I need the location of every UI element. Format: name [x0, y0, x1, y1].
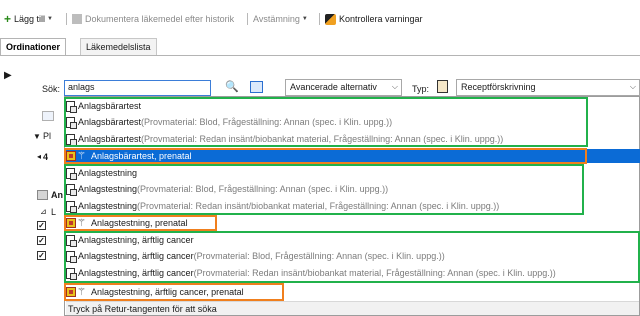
check-warnings-label: Kontrollera varningar — [339, 14, 423, 24]
genetic-kit-icon — [66, 287, 76, 297]
collapse-icon[interactable]: ⊿ — [40, 207, 47, 216]
dna-icon: ⚚ — [77, 286, 86, 298]
type-label: Typ: — [412, 84, 430, 94]
toolbar-separator — [247, 13, 248, 25]
row-number: 4 — [43, 152, 49, 162]
search-result-item[interactable]: Anlagstestning, ärftlig cancer (Provmate… — [66, 249, 445, 263]
lab-order-icon — [66, 200, 77, 213]
lab-order-icon — [66, 234, 77, 247]
search-icon[interactable]: 🔍 — [225, 80, 239, 93]
chevron-down-icon: ▼ — [47, 16, 53, 22]
result-name: Anlagstestning, ärftlig cancer — [78, 268, 194, 278]
row-checkbox[interactable]: ✓ — [37, 221, 46, 230]
result-name: Anlagstestning — [78, 168, 138, 178]
result-name: Anlagstestning, ärftlig cancer — [78, 251, 194, 261]
toolbar-separator — [66, 13, 67, 25]
row-checkbox[interactable]: ✓ — [37, 251, 46, 260]
lab-order-icon — [66, 133, 77, 146]
advanced-search-icon[interactable] — [250, 81, 263, 93]
chevron-down-icon: ▼ — [301, 16, 308, 22]
tab-lakemedelslista[interactable]: Läkemedelslista — [80, 38, 157, 56]
lab-order-icon — [66, 183, 77, 196]
search-result-item[interactable]: ⚚ Anlagstestning, ärftlig cancer, prenata… — [66, 285, 244, 299]
search-result-item[interactable]: ⚚ Anlagstestning, prenatal — [66, 216, 188, 230]
type-value: Receptförskrivning — [461, 82, 536, 92]
lab-order-icon — [66, 267, 77, 280]
genetic-kit-icon — [66, 218, 76, 228]
toolbar-separator — [319, 13, 320, 25]
result-detail: (Provmaterial: Blod, Frågeställning: Ann… — [141, 117, 393, 127]
result-name: Anlagstestning, prenatal — [91, 218, 188, 228]
check-warnings-button[interactable]: Kontrollera varningar — [325, 12, 423, 26]
grid-icon — [37, 190, 48, 200]
result-detail: (Provmaterial: Blod, Frågeställning: Ann… — [137, 184, 389, 194]
result-name: Anlagstestning — [78, 201, 138, 211]
search-value: anlags — [68, 82, 95, 92]
search-label: Sök: — [42, 84, 61, 94]
collapse-toggle[interactable]: ▶ — [4, 70, 12, 81]
result-detail: (Provmaterial: Blod, Frågeställning: Ann… — [193, 251, 445, 261]
lab-order-icon — [66, 250, 77, 263]
search-result-item[interactable]: Anlagstestning (Provmaterial: Redan insä… — [66, 199, 499, 213]
advanced-options-select[interactable]: Avancerade alternativ ⌵ — [285, 79, 402, 96]
search-result-item[interactable]: ⚚ Anlagsbärartest, prenatal — [66, 149, 640, 163]
result-name: Anlagstestning — [78, 184, 138, 194]
type-select[interactable]: Receptförskrivning ⌵ — [456, 79, 640, 96]
dna-icon: ⚚ — [77, 217, 86, 229]
search-result-item[interactable]: Anlagstestning — [66, 166, 137, 180]
expand-icon[interactable]: ▼ — [33, 132, 41, 141]
column-fragment: L — [51, 207, 57, 217]
document-history-label: Dokumentera läkemedel efter historik — [85, 14, 235, 24]
search-result-item[interactable]: Anlagsbärartest — [66, 99, 141, 113]
search-input[interactable]: anlags — [64, 80, 211, 96]
reconcile-label: Avstämning — [253, 14, 300, 24]
plus-icon: + — [4, 12, 12, 26]
result-detail: (Provmaterial: Redan insänt/biobankat ma… — [141, 134, 504, 144]
result-name: Anlagsbärartest — [78, 101, 142, 111]
lab-order-icon — [66, 167, 77, 180]
column-fragment: An — [51, 190, 63, 200]
chevron-down-icon: ⌵ — [391, 82, 398, 91]
search-result-item[interactable]: Anlagstestning, ärftlig cancer (Provmate… — [66, 266, 556, 280]
lab-order-icon — [66, 100, 77, 113]
chevron-down-icon: ⌵ — [629, 82, 636, 91]
genetic-kit-icon — [66, 151, 76, 161]
result-name: Anlagstestning, ärftlig cancer, prenatal — [91, 287, 244, 297]
expand-icon[interactable]: ◂ — [37, 152, 41, 161]
up-arrow-icon[interactable] — [42, 111, 54, 121]
plan-fragment: Pl — [43, 131, 52, 141]
tab-label: Ordinationer — [6, 42, 61, 52]
tab-label: Läkemedelslista — [86, 42, 151, 52]
result-name: Anlagsbärartest — [78, 117, 142, 127]
result-detail: (Provmaterial: Redan insänt/biobankat ma… — [193, 268, 556, 278]
reconcile-button[interactable]: Avstämning ▼ — [253, 12, 308, 26]
search-hint-text: Tryck på Retur-tangenten för att söka — [68, 303, 217, 314]
tab-ordinationer[interactable]: Ordinationer — [0, 38, 67, 56]
row-checkbox[interactable]: ✓ — [37, 236, 46, 245]
result-name: Anlagsbärartest, prenatal — [91, 151, 192, 161]
result-name: Anlagsbärartest — [78, 134, 142, 144]
warning-icon — [325, 13, 336, 25]
add-button[interactable]: + Lägg till ▼ — [4, 12, 53, 26]
search-result-item[interactable]: Anlagstestning (Provmaterial: Blod, Fråg… — [66, 182, 388, 196]
search-result-item[interactable]: Anlagsbärartest (Provmaterial: Blod, Frå… — [66, 115, 392, 129]
advanced-options-label: Avancerade alternativ — [290, 82, 377, 92]
pill-icon — [72, 14, 82, 24]
add-label: Lägg till — [14, 14, 46, 24]
result-name: Anlagstestning, ärftlig cancer — [78, 235, 194, 245]
toolbar: + Lägg till ▼ Dokumentera läkemedel efte… — [0, 0, 640, 34]
search-hint: Tryck på Retur-tangenten för att söka — [66, 301, 639, 315]
search-result-item[interactable]: Anlagsbärartest (Provmaterial: Redan ins… — [66, 132, 503, 146]
tab-divider — [0, 55, 640, 56]
dna-icon: ⚚ — [77, 150, 86, 162]
search-result-item[interactable]: Anlagstestning, ärftlig cancer — [66, 233, 194, 247]
result-detail: (Provmaterial: Redan insänt/biobankat ma… — [137, 201, 500, 211]
lab-order-icon — [66, 116, 77, 129]
document-history-button[interactable]: Dokumentera läkemedel efter historik — [72, 12, 234, 26]
prescription-icon — [437, 80, 448, 93]
